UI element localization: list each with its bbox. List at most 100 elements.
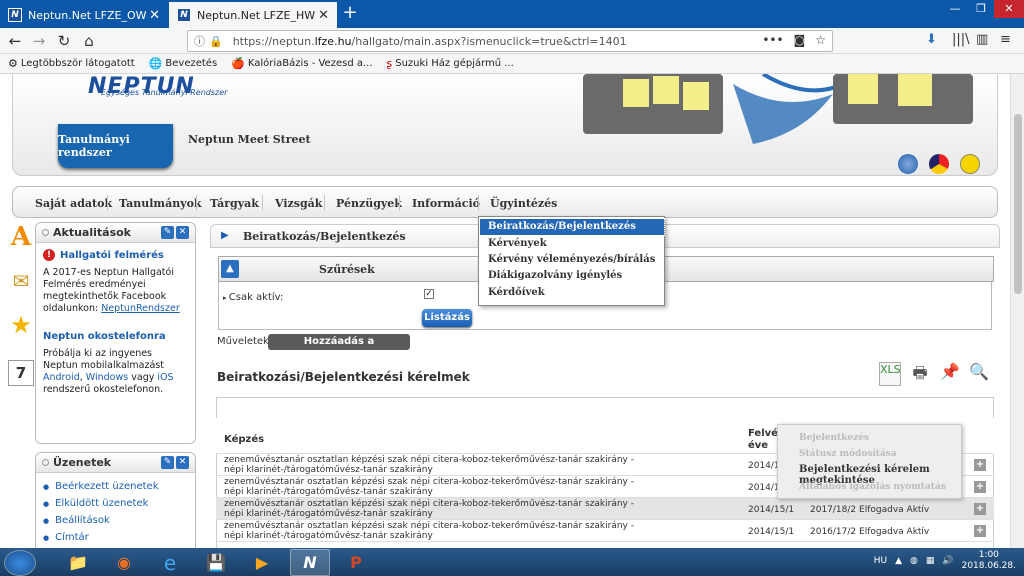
bookmark-star-icon[interactable]: ☆ bbox=[815, 33, 826, 47]
dropdown-item-diakigazolvany[interactable]: Diákigazolvány igénylés bbox=[480, 268, 664, 284]
dropdown-item-beiratkozas[interactable]: Beiratkozás/Bejelentkezés bbox=[479, 218, 665, 236]
maximize-icon[interactable]: ❐ bbox=[968, 0, 994, 18]
play-arrow-icon: ▶ bbox=[221, 230, 229, 241]
tray-arrow-icon[interactable]: ▲ bbox=[895, 556, 902, 566]
message-link-settings[interactable]: ● Beállítások bbox=[43, 515, 188, 526]
col-header-kepzes[interactable]: Képzés bbox=[224, 434, 264, 445]
globe-icon: 🌐 bbox=[148, 57, 163, 70]
message-link-sent[interactable]: ● Elküldött üzenetek bbox=[43, 498, 188, 509]
reload-icon[interactable]: ↻ bbox=[55, 32, 73, 50]
close-tab-icon[interactable]: ✕ bbox=[318, 8, 329, 23]
filters-title: Szűrések bbox=[319, 263, 375, 276]
volume-icon[interactable]: 🔊 bbox=[942, 556, 953, 566]
close-tab-icon[interactable]: ✕ bbox=[149, 8, 160, 23]
sidebar-icon[interactable]: ▥ bbox=[976, 32, 988, 47]
browser-tab-1[interactable]: N Neptun.Net LFZE_OW ✕ bbox=[0, 2, 168, 28]
window-close-icon[interactable]: ✕ bbox=[994, 0, 1024, 18]
collapse-icon[interactable]: ▲ bbox=[221, 260, 239, 278]
bookmark-item[interactable]: 🌐 Bevezetés bbox=[149, 57, 217, 70]
list-button[interactable]: Listázás bbox=[422, 309, 472, 327]
news-panel: Aktualitások ✎ ✕ ! Hallgatói felmérés A 2… bbox=[35, 222, 196, 444]
save-disk-icon[interactable]: 💾 bbox=[196, 549, 236, 576]
expand-icon[interactable]: + bbox=[974, 503, 986, 515]
facebook-link[interactable]: NeptunRendszer bbox=[101, 303, 180, 314]
only-active-label: ▸ Csak aktív: bbox=[223, 292, 284, 303]
news-title-felmeres[interactable]: Hallgatói felmérés bbox=[60, 250, 164, 261]
menu-vizsgak[interactable]: Vizsgák bbox=[275, 197, 322, 210]
period-status: 2017/18/2 Elfogadva Aktív bbox=[810, 505, 930, 515]
lock-icon: 🔒 bbox=[209, 34, 223, 48]
close-panel-icon[interactable]: ✕ bbox=[176, 226, 189, 239]
table-row[interactable]: zeneművésztanár osztatlan képzési szak n… bbox=[216, 520, 994, 542]
explorer-icon[interactable]: 📁 bbox=[58, 549, 98, 576]
menu-tanulmanyok[interactable]: Tanulmányok bbox=[119, 197, 202, 210]
download-icon[interactable]: ⬇ bbox=[926, 32, 937, 47]
add-to-favorites-button[interactable]: Hozzáadás a kedvencekhez bbox=[268, 334, 410, 363]
android-link[interactable]: Android bbox=[43, 372, 80, 383]
page-actions-icon[interactable]: ••• bbox=[762, 33, 783, 47]
edit-icon[interactable]: ✎ bbox=[161, 456, 174, 469]
pin-icon[interactable]: 📌 bbox=[939, 362, 961, 386]
table-row[interactable]: zeneművésztanár osztatlan képzési szak n… bbox=[216, 498, 994, 520]
letter-a-icon[interactable]: A bbox=[8, 222, 34, 252]
tab-tanulmanyi-rendszer[interactable]: Tanulmányi rendszer bbox=[58, 124, 173, 168]
menu-penzugyek[interactable]: Pénzügyek bbox=[336, 197, 402, 210]
info-icon[interactable]: ⓘ bbox=[194, 33, 205, 49]
home-icon[interactable]: ⌂ bbox=[80, 32, 98, 50]
menu-informacio[interactable]: Információ bbox=[412, 197, 480, 210]
ie-icon[interactable]: e bbox=[150, 549, 190, 576]
browser-tab-2[interactable]: N Neptun.Net LFZE_HW ✕ bbox=[169, 2, 337, 28]
star-icon[interactable]: ★ bbox=[8, 311, 34, 339]
neptun-taskbar-icon[interactable]: N bbox=[290, 549, 330, 576]
excel-export-icon[interactable]: XLS bbox=[879, 362, 901, 386]
edit-icon[interactable]: ✎ bbox=[161, 226, 174, 239]
globe-icon[interactable] bbox=[898, 154, 918, 174]
menu-icon[interactable]: ≡ bbox=[1000, 32, 1011, 47]
menu-ugyintezes[interactable]: Ügyintézés bbox=[490, 197, 557, 210]
only-active-checkbox[interactable]: ✓ bbox=[424, 289, 434, 299]
tray-app-icon[interactable]: ◍ bbox=[910, 556, 918, 566]
expand-icon[interactable]: + bbox=[974, 525, 986, 537]
expand-icon[interactable]: + bbox=[974, 481, 986, 493]
col-header-felvetel[interactable]: Felvé- éve bbox=[748, 428, 782, 452]
expand-icon[interactable]: + bbox=[974, 459, 986, 471]
print-icon[interactable]: 🖶 bbox=[909, 362, 931, 386]
close-panel-icon[interactable]: ✕ bbox=[176, 456, 189, 469]
minimize-icon[interactable]: — bbox=[942, 0, 968, 18]
calendar-icon[interactable]: 7 bbox=[8, 360, 34, 386]
envelope-icon[interactable]: ✉ bbox=[8, 268, 34, 294]
pocket-icon[interactable]: ◙ bbox=[794, 33, 806, 47]
search-icon[interactable]: 🔍 bbox=[968, 362, 990, 386]
message-link-directory[interactable]: ● Címtár bbox=[43, 532, 188, 543]
page-scrollbar[interactable] bbox=[1010, 74, 1024, 548]
dropdown-item-velemenyezes[interactable]: Kérvény véleményezés/bírálás bbox=[480, 252, 664, 268]
menu-sajat-adatok[interactable]: Saját adatok bbox=[35, 197, 112, 210]
back-icon[interactable]: ← bbox=[6, 32, 24, 50]
powerpoint-icon[interactable]: P bbox=[336, 549, 376, 576]
hazard-icon[interactable] bbox=[960, 154, 980, 174]
news-title-okostelefon[interactable]: Neptun okostelefonra bbox=[43, 331, 188, 342]
start-button[interactable] bbox=[4, 550, 36, 576]
color-wheel-icon[interactable] bbox=[929, 154, 949, 174]
firefox-icon[interactable]: ◉ bbox=[104, 549, 144, 576]
windows-taskbar: 📁 ◉ e 💾 ▶ N P HU ▲ ◍ ▦ 🔊 1:00 2018.06.28. bbox=[0, 548, 1024, 576]
windows-link[interactable]: Windows bbox=[86, 372, 128, 383]
bookmark-item[interactable]: ⚙ Legtöbbször látogatott bbox=[8, 57, 135, 70]
language-indicator[interactable]: HU bbox=[874, 556, 887, 566]
tab-meet-street[interactable]: Neptun Meet Street bbox=[188, 133, 311, 146]
network-icon[interactable]: ▦ bbox=[926, 556, 935, 566]
dropdown-item-kervenyek[interactable]: Kérvények bbox=[480, 236, 664, 252]
library-icon[interactable]: |||\ bbox=[952, 32, 970, 47]
bookmark-item[interactable]: ʂ Suzuki Ház gépjármű ... bbox=[387, 57, 514, 70]
dropdown-item-kerdoivek[interactable]: Kérdőívek bbox=[480, 285, 664, 301]
address-bar[interactable]: ⓘ 🔒 https://neptun.lfze.hu/hallgato/main… bbox=[187, 30, 833, 52]
media-player-icon[interactable]: ▶ bbox=[242, 549, 282, 576]
forward-icon[interactable]: → bbox=[30, 32, 48, 50]
new-tab-button[interactable]: + bbox=[340, 2, 360, 26]
message-link-inbox[interactable]: ● Beérkezett üzenetek bbox=[43, 481, 188, 492]
ios-link[interactable]: iOS bbox=[157, 372, 173, 383]
neptun-favicon-icon: N bbox=[8, 8, 22, 22]
clock[interactable]: 1:00 2018.06.28. bbox=[962, 550, 1016, 572]
bookmark-item[interactable]: 🍎 KalóriaBázis - Vezesd a... bbox=[231, 57, 372, 70]
menu-targyak[interactable]: Tárgyak bbox=[210, 197, 259, 210]
